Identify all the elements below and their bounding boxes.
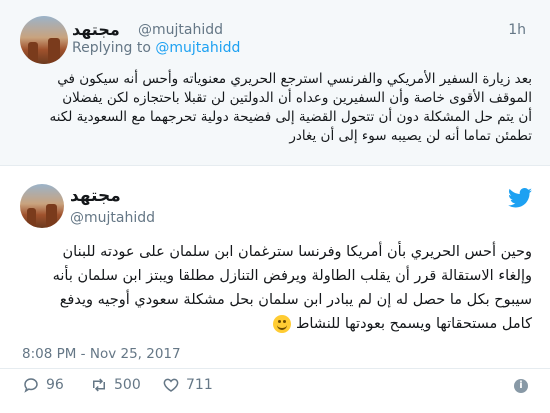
replying-handle-link[interactable]: @mujtahidd <box>155 40 240 56</box>
smiling-face-icon <box>273 315 292 333</box>
author-handle[interactable]: @mujtahidd <box>70 210 155 226</box>
reply-text-line-3: أن يتم حل المشكلة دون أن تتحول القضية إل… <box>49 109 532 125</box>
like-button[interactable]: 711 <box>162 376 213 394</box>
heart-icon <box>163 378 179 392</box>
author-name[interactable]: مجتهد <box>72 20 120 39</box>
author-name[interactable]: مجتهد <box>70 186 121 206</box>
reply-tweet[interactable]: مجتهد @mujtahidd 1h Replying to @mujtahi… <box>0 0 550 166</box>
tweet-actions: 96 500 711 i <box>22 376 532 400</box>
reply-count: 96 <box>46 377 64 393</box>
main-text-line-2: وإلغاء الاستقالة قرر أن يقلب الطاولة وير… <box>52 268 532 284</box>
avatar[interactable] <box>20 184 64 228</box>
reply-text-line-2: الموقف الأقوى خاصة وأن السفيرين وعداه أن… <box>62 90 532 106</box>
replying-to: Replying to @mujtahidd <box>72 40 240 56</box>
main-text-line-4: كامل مستحقاتها ويسمح بعودتها للنشاط <box>295 316 532 332</box>
retweet-icon <box>93 378 105 392</box>
reply-icon <box>24 378 38 393</box>
retweet-button[interactable]: 500 <box>90 376 141 394</box>
tweet-time[interactable]: 1h <box>508 22 526 38</box>
main-text-line-1: وحين أحس الحريري بأن أمريكا وفرنسا سترغم… <box>62 244 532 260</box>
main-text-line-3: سيبوح بكل ما حصل له إن لم يبادر ابن سلما… <box>59 292 532 308</box>
divider <box>0 368 550 369</box>
info-icon[interactable]: i <box>514 379 528 393</box>
tweet-timestamp[interactable]: 8:08 PM - Nov 25, 2017 <box>22 346 181 362</box>
like-count: 711 <box>186 377 213 393</box>
main-text-line-4-row: كامل مستحقاتها ويسمح بعودتها للنشاط <box>17 312 532 336</box>
reply-button[interactable]: 96 <box>22 376 64 394</box>
retweet-count: 500 <box>114 377 141 393</box>
twitter-bird-icon[interactable] <box>508 188 532 208</box>
reply-text-line-4: تطمئن تماما أنه لن يصيبه سوء إلى أن يغاد… <box>289 128 532 144</box>
reply-text-line-1: بعد زيارة السفير الأمريكي والفرنسي استرج… <box>57 71 532 87</box>
replying-prefix: Replying to <box>72 40 151 56</box>
author-handle[interactable]: @mujtahidd <box>138 22 223 38</box>
